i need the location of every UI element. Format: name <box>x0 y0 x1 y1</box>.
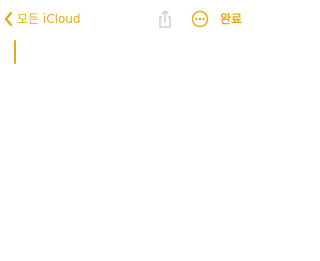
share-icon <box>156 9 174 29</box>
back-label: 모든 iCloud <box>17 12 81 26</box>
share-button[interactable] <box>156 9 174 29</box>
done-button[interactable]: 완료 <box>220 8 242 30</box>
text-cursor <box>14 40 16 64</box>
navigation-bar: 모든 iCloud 완료 <box>0 0 250 38</box>
more-options-button[interactable] <box>191 10 209 28</box>
ellipsis-circle-icon <box>191 10 209 28</box>
back-button[interactable]: 모든 iCloud <box>3 8 81 30</box>
chevron-left-icon <box>3 11 13 27</box>
note-editor[interactable] <box>0 38 250 261</box>
